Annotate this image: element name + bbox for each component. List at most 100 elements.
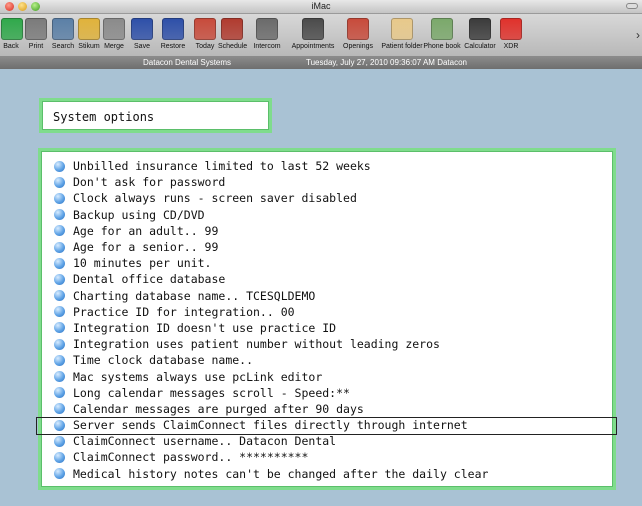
main-toolbar: › Back Print Search Stikum Merge Save Restore T… (0, 14, 642, 57)
date-time-user: Tuesday, July 27, 2010 09:36:07 AM Datac… (306, 58, 467, 67)
option-item[interactable]: Integration ID doesn't use practice ID (54, 320, 605, 336)
option-label: Age for an adult.. 99 (73, 223, 219, 238)
panel-title: System options (53, 110, 155, 124)
option-bullet-icon (54, 160, 65, 172)
toolbar-button-label: Calculator (464, 43, 496, 50)
option-item[interactable]: Calendar messages are purged after 90 da… (54, 401, 605, 417)
magnifier-icon (52, 18, 74, 40)
toolbar-button-label: Appointments (291, 43, 335, 50)
option-bullet-icon (54, 290, 65, 302)
option-bullet-icon (54, 387, 65, 399)
option-label: Medical history notes can't be changed a… (73, 466, 489, 481)
toolbar-button-save[interactable]: Save (131, 16, 153, 56)
option-bullet-icon (54, 257, 65, 269)
option-label: Calendar messages are purged after 90 da… (73, 401, 364, 416)
toolbar-button-intercom[interactable]: Intercom (247, 16, 287, 56)
folder-icon (391, 18, 413, 40)
option-label: Unbilled insurance limited to last 52 we… (73, 159, 371, 174)
option-item[interactable]: Long calendar messages scroll - Speed:** (54, 385, 605, 401)
toolbar-button-patient-folder[interactable]: Patient folder (380, 16, 424, 56)
option-label: Practice ID for integration.. 00 (73, 304, 295, 319)
option-item[interactable]: Mac systems always use pcLink editor (54, 368, 605, 384)
option-item[interactable]: 10 minutes per unit. (54, 255, 605, 271)
toolbar-button-label: Openings (343, 43, 373, 50)
option-bullet-icon (54, 403, 65, 415)
toolbar-button-print[interactable]: Print (24, 16, 48, 56)
schedule-grid-icon (221, 18, 243, 40)
toolbar-button-label: Search (51, 43, 75, 50)
toolbar-button-appointments[interactable]: Appointments (289, 16, 337, 56)
option-bullet-icon (54, 451, 65, 463)
calculator-icon (469, 18, 491, 40)
option-item[interactable]: Clock always runs - screen saver disable… (54, 190, 605, 206)
toolbar-button-calculator[interactable]: Calculator (462, 16, 498, 56)
option-label: Charting database name.. TCESQLDEMO (73, 288, 316, 303)
toolbar-button-phone-book[interactable]: Phone book (422, 16, 462, 56)
option-item[interactable]: Time clock database name.. (54, 352, 605, 368)
toolbar-button-schedule[interactable]: Schedule (218, 16, 247, 56)
option-label: Dental office database (73, 272, 226, 287)
toolbar-button-back[interactable]: Back (1, 16, 23, 56)
toolbar-button-today[interactable]: Today (192, 16, 218, 56)
toolbar-button-label: Today (195, 43, 215, 50)
toolbar-button-search[interactable]: Search (50, 16, 76, 56)
option-label: Mac systems always use pcLink editor (73, 369, 323, 384)
option-item[interactable]: Charting database name.. TCESQLDEMO (54, 288, 605, 304)
option-bullet-icon (54, 468, 65, 480)
option-bullet-icon (54, 354, 65, 366)
back-arrow-icon (1, 18, 23, 40)
option-label: Server sends ClaimConnect files directly… (73, 418, 468, 433)
xdr-arrow-icon (500, 18, 522, 40)
option-label: Integration ID doesn't use practice ID (73, 320, 337, 335)
option-bullet-icon (54, 306, 65, 318)
toolbar-button-label: Restore (160, 43, 186, 50)
option-item[interactable]: Backup using CD/DVD (54, 207, 605, 223)
toolbar-overflow-chevron-icon[interactable]: › (636, 28, 640, 42)
printer-icon (25, 18, 47, 40)
window-title: iMac (311, 1, 331, 11)
toolbar-button-label: Print (28, 43, 44, 50)
option-bullet-icon (54, 419, 65, 431)
option-item[interactable]: Unbilled insurance limited to last 52 we… (54, 158, 605, 174)
option-label: Time clock database name.. (73, 353, 254, 368)
system-options-list: Unbilled insurance limited to last 52 we… (36, 158, 617, 482)
option-item[interactable]: ClaimConnect password.. ********** (54, 449, 605, 465)
option-item[interactable]: Age for an adult.. 99 (54, 223, 605, 239)
system-options-panel: Unbilled insurance limited to last 52 we… (36, 148, 617, 490)
toolbar-toggle-button[interactable] (626, 3, 638, 9)
option-bullet-icon (54, 209, 65, 221)
option-item[interactable]: Practice ID for integration.. 00 (54, 304, 605, 320)
calendar-today-icon (194, 18, 216, 40)
option-label: Clock always runs - screen saver disable… (73, 191, 357, 206)
option-item[interactable]: Medical history notes can't be changed a… (54, 466, 605, 482)
toolbar-button-merge[interactable]: Merge (101, 16, 127, 56)
openings-calendar-icon (347, 18, 369, 40)
toolbar-button-xdr[interactable]: XDR (499, 16, 523, 56)
option-item[interactable]: ClaimConnect username.. Datacon Dental (54, 433, 605, 449)
option-item[interactable]: Server sends ClaimConnect files directly… (36, 417, 617, 436)
option-label: Don't ask for password (73, 175, 226, 190)
option-bullet-icon (54, 435, 65, 447)
toolbar-button-stikum[interactable]: Stikum (75, 16, 103, 56)
sticky-note-icon (78, 18, 100, 40)
option-item[interactable]: Dental office database (54, 271, 605, 287)
toolbar-button-openings[interactable]: Openings (339, 16, 377, 56)
option-label: Backup using CD/DVD (73, 207, 205, 222)
status-info-bar: Datacon Dental Systems Tuesday, July 27,… (0, 57, 642, 69)
option-label: Long calendar messages scroll - Speed:** (73, 385, 350, 400)
toolbar-button-label: Merge (104, 43, 124, 50)
panel-title-box: System options (39, 98, 272, 133)
option-bullet-icon (54, 241, 65, 253)
toolbar-button-restore[interactable]: Restore (157, 16, 189, 56)
option-item[interactable]: Don't ask for password (54, 174, 605, 190)
option-label: Integration uses patient number without … (73, 337, 440, 352)
option-bullet-icon (54, 176, 65, 188)
toolbar-button-label: XDR (503, 43, 519, 50)
option-item[interactable]: Integration uses patient number without … (54, 336, 605, 352)
restore-disk-icon (162, 18, 184, 40)
option-bullet-icon (54, 225, 65, 237)
toolbar-button-label: Stikum (78, 43, 100, 50)
toolbar-button-label: Patient folder (381, 43, 423, 50)
merge-icon (103, 18, 125, 40)
option-item[interactable]: Age for a senior.. 99 (54, 239, 605, 255)
